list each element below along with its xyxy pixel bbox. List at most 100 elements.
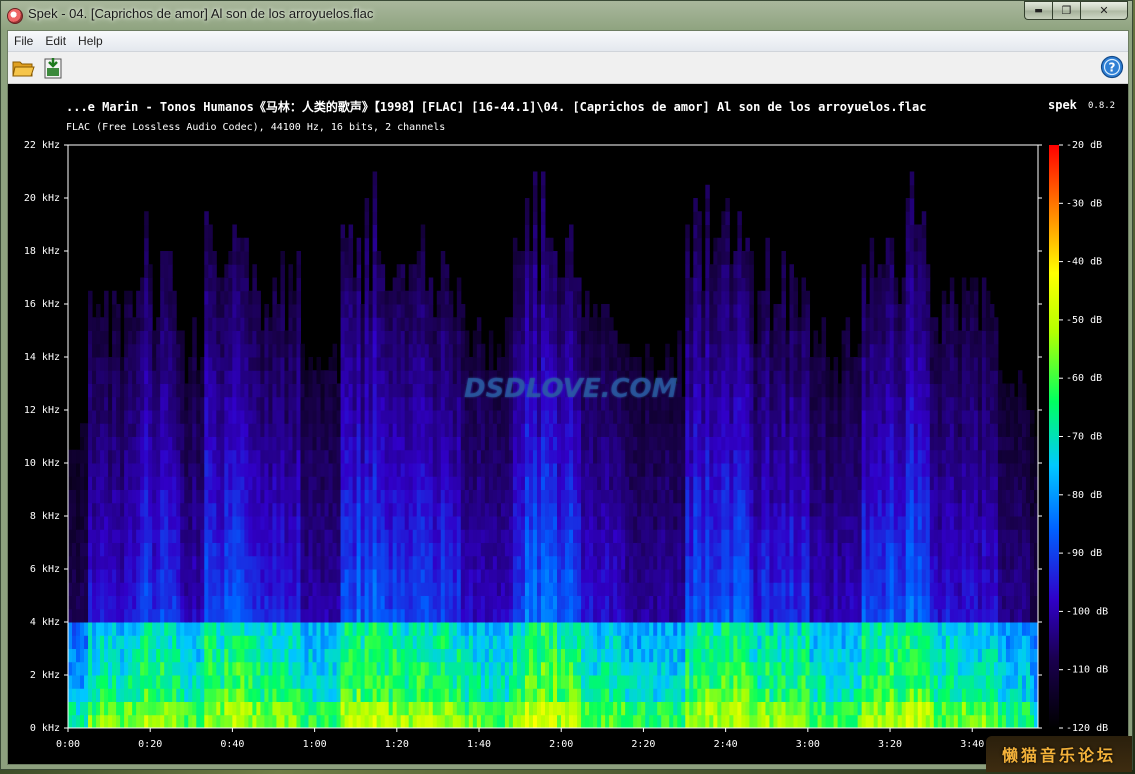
spectrogram-cell: [617, 661, 622, 676]
spectrogram-cell: [597, 661, 602, 676]
spectrogram-cell: [500, 463, 506, 477]
spectrogram-cell: [324, 542, 330, 557]
spectrogram-cell: [665, 701, 670, 716]
spectrogram-cell: [144, 370, 149, 384]
spectrogram-cell: [540, 608, 546, 623]
menu-file[interactable]: File: [8, 34, 39, 48]
spectrogram-cell: [504, 423, 510, 437]
spectrogram-cell: [248, 410, 253, 424]
spek-app-icon[interactable]: [7, 8, 23, 24]
spectrogram-cell: [92, 569, 97, 583]
spectrogram-cell: [88, 688, 93, 702]
spectrogram-cell: [204, 489, 209, 504]
title-bar[interactable]: Spek - 04. [Caprichos de amor] Al son de…: [1, 1, 1132, 29]
spectrogram-cell: [444, 423, 450, 437]
spectrogram-cell: [420, 410, 426, 424]
spectrogram-cell: [348, 701, 354, 716]
spectrogram-cell: [681, 635, 686, 649]
spectrogram-cell: [264, 423, 269, 437]
spectrogram-cell: [264, 529, 269, 543]
spectrogram-cell: [561, 357, 566, 371]
spectrogram-cell: [80, 516, 85, 530]
spectrogram-cell: [212, 423, 217, 437]
spectrogram-cell: [504, 714, 510, 729]
spectrogram-cell: [548, 463, 554, 477]
spectrogram-cell: [100, 343, 105, 358]
spectrogram-cell: [669, 648, 674, 663]
spectrogram-cell: [260, 555, 265, 570]
spectrogram-cell: [424, 648, 430, 663]
menu-edit[interactable]: Edit: [39, 34, 72, 48]
spectrogram-cell: [268, 635, 273, 649]
spectrogram-cell: [368, 489, 374, 504]
spectrogram-cell: [585, 542, 590, 557]
spectrogram-cell: [248, 569, 253, 583]
spectrogram-cell: [376, 370, 382, 384]
spectrogram-cell: [332, 476, 338, 490]
spectrogram-cell: [276, 463, 281, 477]
spectrogram-cell: [256, 383, 261, 398]
spectrogram-cell: [532, 635, 538, 649]
spectrogram-cell: [452, 357, 458, 371]
menu-help[interactable]: Help: [72, 34, 109, 48]
spectrogram-cell: [180, 661, 185, 676]
spectrogram-cell: [593, 555, 598, 570]
spectrogram-cell: [573, 304, 578, 318]
spectrogram-cell: [356, 701, 362, 716]
spectrogram-cell: [540, 277, 546, 292]
spectrogram-cell: [589, 622, 594, 636]
spectrogram-cell: [296, 383, 301, 398]
spectrogram-cell: [661, 569, 666, 583]
spectrogram-cell: [264, 595, 269, 610]
help-button[interactable]: ?: [1100, 55, 1124, 79]
spectrogram-cell: [312, 608, 318, 623]
spectrogram-cell: [569, 449, 574, 464]
close-button[interactable]: ✕: [1080, 1, 1128, 20]
spectrogram-cell: [400, 410, 406, 424]
spectrogram-cell: [520, 330, 526, 345]
spectrogram-cell: [577, 290, 582, 305]
spectrogram-cell: [364, 436, 370, 451]
spectrogram-cell: [144, 582, 149, 596]
spectrogram-cell: [460, 569, 466, 583]
spectrogram-cell: [408, 714, 414, 729]
spectrogram-cell: [128, 542, 133, 557]
spectrogram-cell: [344, 383, 350, 398]
spectrogram-cell: [681, 542, 686, 557]
spectrogram-cell: [460, 648, 466, 663]
save-image-button[interactable]: [41, 56, 65, 80]
spectrogram-cell: [400, 675, 406, 689]
minimize-button[interactable]: ▬: [1024, 1, 1052, 20]
spectrogram-cell: [92, 410, 97, 424]
spectrogram-cell: [68, 595, 73, 610]
spectrogram-cell: [540, 701, 546, 716]
spectrogram-cell: [96, 436, 101, 451]
spectrogram-cell: [408, 529, 414, 543]
spectrogram-cell: [164, 357, 169, 371]
spectrogram-cell: [420, 555, 426, 570]
spectrogram-cell: [601, 463, 606, 477]
spectrogram-cell: [460, 357, 466, 371]
spectrogram-cell: [316, 396, 322, 411]
spectrogram-cell: [456, 502, 462, 517]
spectrogram-cell: [204, 661, 209, 676]
open-file-button[interactable]: [11, 56, 35, 80]
spectrogram-cell: [380, 489, 386, 504]
spectrogram-cell: [605, 582, 610, 596]
spectrogram-cell: [348, 383, 354, 398]
spectrogram-cell: [508, 516, 514, 530]
maximize-button[interactable]: ❐: [1052, 1, 1080, 20]
spectrogram-cell: [609, 343, 614, 358]
spectrogram-cell: [308, 410, 313, 424]
spectrogram-cell: [400, 714, 406, 729]
spectrogram-cell: [232, 396, 237, 411]
spectrogram-cell: [428, 582, 434, 596]
spectrogram-cell: [108, 463, 113, 477]
spectrogram-cell: [416, 436, 422, 451]
spectrogram-cell: [633, 542, 638, 557]
spectrogram-cell: [460, 555, 466, 570]
spectrogram-cell: [500, 648, 506, 663]
spectrogram-cell: [172, 582, 177, 596]
spectrogram-cell: [500, 516, 506, 530]
spectrogram-cell: [204, 330, 209, 345]
